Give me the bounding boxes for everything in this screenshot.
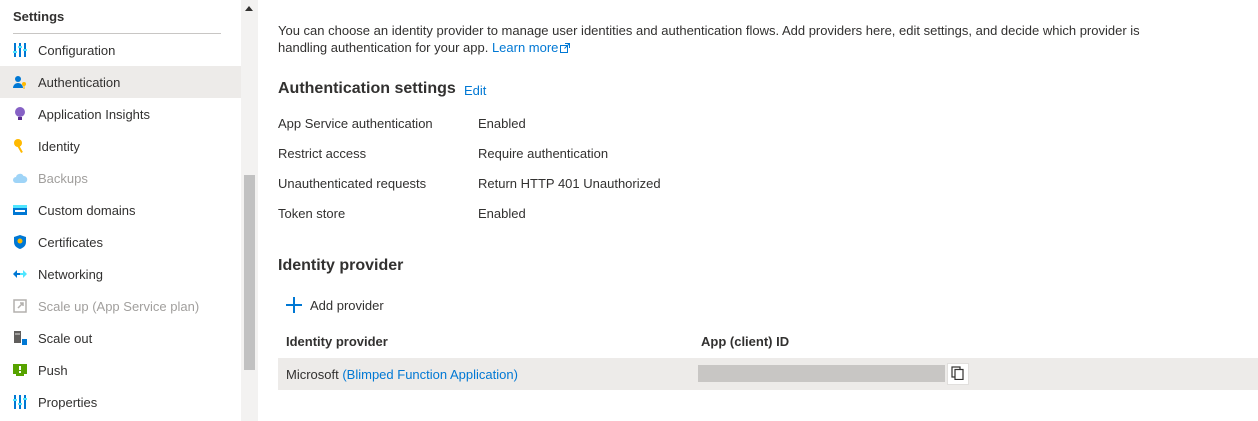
setting-value: Enabled (478, 206, 526, 221)
table-header: Identity provider App (client) ID (278, 325, 1258, 358)
sidebar-item-identity[interactable]: Identity (0, 130, 241, 162)
sidebar-item-label: Scale out (38, 330, 93, 346)
provider-name: Microsoft (286, 366, 343, 382)
user-key-icon (12, 74, 28, 90)
sidebar-item-authentication[interactable]: Authentication (0, 66, 241, 98)
column-header-identity-provider: Identity provider (286, 334, 388, 349)
edit-auth-settings-link[interactable]: Edit (464, 83, 486, 98)
sidebar-item-label: Identity (38, 138, 80, 154)
setting-value: Require authentication (478, 146, 609, 161)
sidebar-item-label: Application Insights (38, 106, 151, 122)
provider-app-link[interactable]: (Blimped Function Application) (342, 367, 518, 382)
sidebar-item-certificates[interactable]: Certificates (0, 226, 241, 258)
intro-paragraph: You can choose an identity provider to m… (278, 23, 1140, 55)
provider-cell: Microsoft (Blimped Function Application) (286, 367, 518, 382)
sidebar-item-label: Backups (38, 170, 88, 186)
identity-provider-table: Identity provider App (client) ID Micros… (278, 325, 1258, 390)
sidebar-item-custom-domains[interactable]: Custom domains (0, 194, 241, 226)
sidebar-item-properties[interactable]: Properties (0, 386, 241, 418)
sidebar-item-application-insights[interactable]: Application Insights (0, 98, 241, 130)
main-content: You can choose an identity provider to m… (258, 0, 1258, 421)
cloud-icon (12, 170, 28, 186)
setting-key: App Service authentication (278, 116, 433, 131)
sidebar-item-label: Properties (38, 394, 98, 410)
sidebar-item-label: Authentication (38, 74, 121, 90)
setting-value: Enabled (478, 116, 526, 131)
www-icon (12, 202, 28, 218)
network-icon (12, 266, 28, 282)
table-row[interactable]: Microsoft (Blimped Function Application) (278, 358, 1258, 390)
sidebar-item-configuration[interactable]: Configuration (0, 34, 241, 66)
setting-key: Unauthenticated requests (278, 176, 427, 191)
push-icon (12, 362, 28, 378)
setting-key: Token store (278, 206, 346, 221)
copy-icon (951, 365, 965, 383)
sidebar-item-scale-up[interactable]: Scale up (App Service plan) (0, 290, 241, 322)
intro-text: You can choose an identity provider to m… (278, 22, 1158, 57)
sidebar-item-label: Networking (38, 266, 104, 282)
key-icon (12, 138, 28, 154)
sidebar-item-networking[interactable]: Networking (0, 258, 241, 290)
sidebar-item-label: Custom domains (38, 202, 136, 218)
redacted-client-id (698, 365, 945, 382)
sidebar-item-scale-out[interactable]: Scale out (0, 322, 241, 354)
sidebar-item-label: Scale up (App Service plan) (38, 298, 200, 314)
shield-icon (12, 234, 28, 250)
learn-more-link[interactable]: Learn more (491, 40, 571, 57)
sidebar-item-push[interactable]: Push (0, 354, 241, 386)
scroll-up-arrow-icon[interactable] (245, 6, 253, 11)
external-link-icon (560, 40, 571, 57)
setting-value: Return HTTP 401 Unauthorized (478, 176, 661, 191)
identity-provider-title: Identity provider (278, 257, 404, 274)
scale-up-icon (12, 298, 28, 314)
sidebar: Settings Configuration Authentication Ap… (0, 0, 241, 421)
sidebar-section-title: Settings (13, 9, 65, 24)
scroll-thumb[interactable] (244, 175, 255, 370)
sidebar-item-label: Certificates (38, 234, 104, 250)
sidebar-nav: Configuration Authentication Application… (0, 34, 241, 418)
copy-button[interactable] (947, 363, 969, 385)
sidebar-item-label: Configuration (38, 42, 116, 58)
sidebar-item-label: Push (38, 362, 68, 378)
lightbulb-icon (12, 106, 28, 122)
learn-more-label: Learn more (491, 40, 559, 55)
sidebar-scrollbar[interactable] (241, 0, 258, 421)
sidebar-item-backups[interactable]: Backups (0, 162, 241, 194)
sliders-icon (12, 42, 28, 58)
add-provider-button[interactable]: Add provider (286, 297, 384, 313)
column-header-app-client-id: App (client) ID (701, 334, 790, 349)
scale-out-icon (12, 330, 28, 346)
setting-key: Restrict access (278, 146, 367, 161)
add-provider-label: Add provider (310, 297, 384, 313)
plus-icon (286, 297, 302, 313)
properties-icon (12, 394, 28, 410)
auth-settings-title: Authentication settings (278, 80, 456, 97)
